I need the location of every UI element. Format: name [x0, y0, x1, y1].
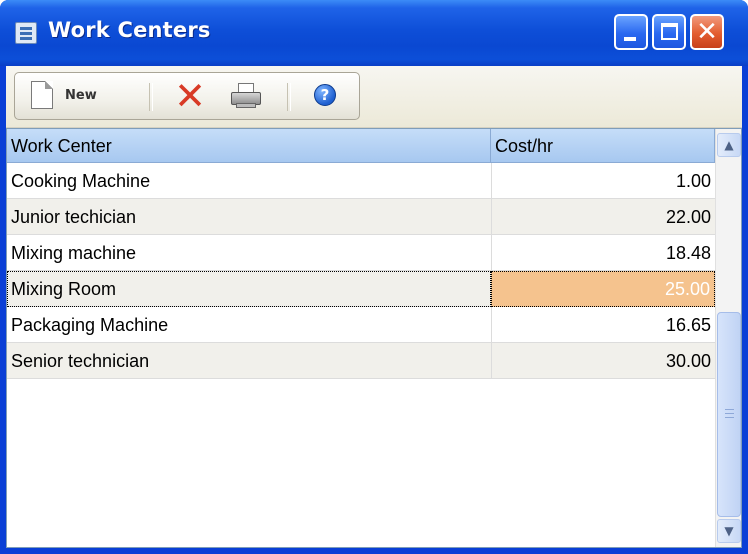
delete-x-icon: ✕ [174, 74, 206, 118]
work-center-cell[interactable]: Mixing Room [7, 271, 491, 307]
vertical-scrollbar[interactable]: ▲ ▼ [715, 129, 741, 547]
cost-cell[interactable]: 22.00 [491, 199, 715, 235]
grip-icon [725, 409, 734, 418]
table-row[interactable]: Senior technician 30.00 [7, 343, 715, 379]
work-center-cell[interactable]: Senior technician [11, 343, 487, 379]
scrollbar-thumb[interactable] [717, 312, 741, 517]
scroll-up-button[interactable]: ▲ [717, 133, 741, 157]
table-row-selected[interactable]: Mixing Room 25.00 [7, 271, 715, 307]
work-center-cell[interactable]: Junior techician [11, 199, 487, 235]
work-centers-grid[interactable]: Work Center Cost/hr Cooking Machine 1.00… [6, 128, 742, 548]
work-center-cell[interactable]: Cooking Machine [11, 163, 487, 199]
work-center-cell[interactable]: Packaging Machine [11, 307, 487, 343]
chevron-down-icon: ▼ [724, 524, 734, 538]
cost-cell[interactable]: 30.00 [491, 343, 715, 379]
column-header-cost-hr[interactable]: Cost/hr [491, 129, 715, 163]
table-row[interactable]: Packaging Machine 16.65 [7, 307, 715, 343]
printer-icon [231, 83, 261, 109]
title-bar[interactable]: Work Centers ✕ [0, 0, 748, 66]
grid-header: Work Center Cost/hr [7, 129, 715, 163]
chevron-up-icon: ▲ [724, 138, 734, 152]
cost-cell[interactable]: 1.00 [491, 163, 715, 199]
new-button-label: New [65, 88, 97, 103]
minimize-icon [624, 37, 636, 41]
new-document-icon [31, 81, 53, 109]
close-button[interactable]: ✕ [690, 14, 724, 50]
scroll-down-button[interactable]: ▼ [717, 519, 741, 543]
cost-cell[interactable]: 18.48 [491, 235, 715, 271]
print-button[interactable] [221, 77, 271, 115]
toolbar: New ✕ ? [14, 72, 360, 120]
delete-button[interactable]: ✕ [165, 77, 215, 115]
work-centers-window: Work Centers ✕ New ✕ ? Work Center Cost/… [0, 0, 748, 554]
help-button[interactable]: ? [303, 77, 347, 115]
help-icon: ? [314, 84, 336, 106]
window-list-icon[interactable] [15, 22, 37, 44]
table-row[interactable]: Junior techician 22.00 [7, 199, 715, 235]
cost-cell-selected[interactable]: 25.00 [491, 271, 715, 307]
column-header-work-center[interactable]: Work Center [7, 129, 491, 163]
toolbar-separator [287, 83, 291, 111]
maximize-button[interactable] [652, 14, 686, 50]
close-icon: ✕ [696, 17, 718, 47]
table-row[interactable]: Mixing machine 18.48 [7, 235, 715, 271]
toolbar-separator [149, 83, 153, 111]
window-title: Work Centers [48, 18, 211, 42]
minimize-button[interactable] [614, 14, 648, 50]
cost-cell[interactable]: 16.65 [491, 307, 715, 343]
work-center-cell[interactable]: Mixing machine [11, 235, 487, 271]
maximize-icon [661, 23, 678, 40]
table-row[interactable]: Cooking Machine 1.00 [7, 163, 715, 199]
new-button[interactable]: New [21, 77, 133, 115]
window-client-area: New ✕ ? Work Center Cost/hr Cooking Mach… [6, 66, 742, 548]
toolbar-area: New ✕ ? [6, 66, 742, 128]
